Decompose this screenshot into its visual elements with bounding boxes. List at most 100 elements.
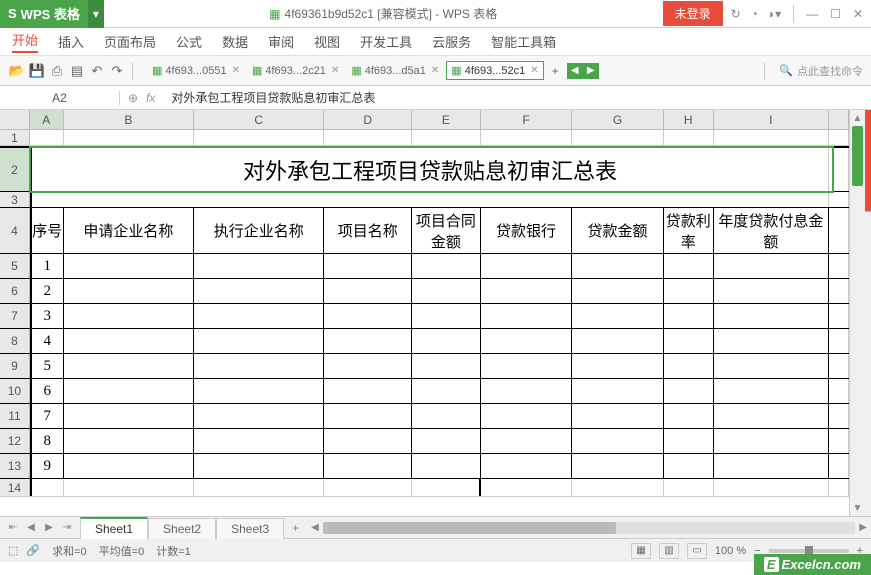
status-link-icon[interactable]: 🔗 xyxy=(26,544,40,557)
app-menu-dropdown[interactable]: ▾ xyxy=(88,0,104,28)
menu-cloud[interactable]: 云服务 xyxy=(432,32,471,51)
menu-insert[interactable]: 插入 xyxy=(58,32,84,51)
title-cell[interactable]: 对外承包工程项目贷款贴息初审汇总表 xyxy=(30,148,829,191)
login-button[interactable]: 未登录 xyxy=(663,1,723,26)
col-header-A[interactable]: A xyxy=(30,110,64,129)
zoom-slider[interactable] xyxy=(769,549,849,553)
doc-tab-1[interactable]: ▦4f693...2c21✕ xyxy=(247,61,344,80)
menu-start[interactable]: 开始 xyxy=(12,30,38,53)
row-header-3[interactable]: 3 xyxy=(0,192,30,207)
th-seq[interactable]: 序号 xyxy=(30,208,64,253)
menu-smart-tools[interactable]: 智能工具箱 xyxy=(491,32,556,51)
horizontal-scrollbar[interactable]: ◀ ▶ xyxy=(307,522,871,534)
name-box[interactable]: A2 xyxy=(0,91,120,105)
th-contract-amt[interactable]: 项目合同金额 xyxy=(412,208,481,253)
col-header-D[interactable]: D xyxy=(324,110,412,129)
sheet-first-icon[interactable]: ⇤ xyxy=(4,519,22,537)
doc-tab-0[interactable]: ▦4f693...0551✕ xyxy=(147,61,245,80)
scroll-down-icon[interactable]: ▼ xyxy=(850,500,865,516)
hscroll-thumb[interactable] xyxy=(323,522,616,534)
menu-review[interactable]: 审阅 xyxy=(268,32,294,51)
zoom-level[interactable]: 100 % xyxy=(715,545,746,557)
sheet-next-icon[interactable]: ▶ xyxy=(40,519,58,537)
command-search[interactable]: 🔍 点此查找命令 xyxy=(779,63,863,79)
row-2: 2 对外承包工程项目贷款贴息初审汇总表 xyxy=(0,146,849,192)
select-all-corner[interactable] xyxy=(0,110,30,129)
vertical-scrollbar[interactable]: ▲ ▼ xyxy=(849,110,865,516)
th-project[interactable]: 项目名称 xyxy=(324,208,412,253)
maximize-icon[interactable]: ☐ xyxy=(830,7,841,21)
vscroll-thumb[interactable] xyxy=(852,126,863,186)
fx-icon[interactable]: fx xyxy=(146,91,155,105)
menu-formula[interactable]: 公式 xyxy=(176,32,202,51)
row-header-1[interactable]: 1 xyxy=(0,130,30,145)
sheet-last-icon[interactable]: ⇥ xyxy=(58,519,76,537)
toolbar: 📂 💾 ⎙ ▤ ↶ ↷ ▦4f693...0551✕ ▦4f693...2c21… xyxy=(0,56,871,86)
col-header-E[interactable]: E xyxy=(412,110,481,129)
open-icon[interactable]: 📂 xyxy=(8,62,26,80)
tab-close-icon[interactable]: ✕ xyxy=(232,65,240,76)
sync-icon[interactable]: ↻ xyxy=(731,7,741,21)
col-header-C[interactable]: C xyxy=(194,110,324,129)
th-rate[interactable]: 贷款利率 xyxy=(664,208,714,253)
sheet-tab-nav: ⇤ ◀ ▶ ⇥ xyxy=(0,519,80,537)
hscroll-right-icon[interactable]: ▶ xyxy=(859,522,867,533)
view-page-icon[interactable]: ▥ xyxy=(659,543,679,559)
sheet-prev-icon[interactable]: ◀ xyxy=(22,519,40,537)
tab-next-icon[interactable]: ▶ xyxy=(583,63,599,79)
tab-prev-icon[interactable]: ◀ xyxy=(567,63,583,79)
row-header-4[interactable]: 4 xyxy=(0,208,30,253)
doc-tab-2[interactable]: ▦4f693...d5a1✕ xyxy=(346,61,444,80)
app-badge[interactable]: S WPS 表格 xyxy=(0,0,88,28)
doc-tab-3[interactable]: ▦4f693...52c1✕ xyxy=(446,61,543,80)
cloud-icon[interactable]: ◔ xyxy=(751,7,758,21)
scroll-up-icon[interactable]: ▲ xyxy=(850,110,865,126)
hscroll-track[interactable] xyxy=(323,522,855,534)
redo-icon[interactable]: ↷ xyxy=(108,62,126,80)
col-header-G[interactable]: G xyxy=(572,110,664,129)
sheet-tab-1[interactable]: Sheet1 xyxy=(80,517,148,539)
th-apply-co[interactable]: 申请企业名称 xyxy=(64,208,194,253)
spreadsheet-area: A B C D E F G H I 1 2 对外承包工程项目贷款贴息初审汇总表 … xyxy=(0,110,871,516)
th-bank[interactable]: 贷款银行 xyxy=(481,208,573,253)
tab-close-icon[interactable]: ✕ xyxy=(431,65,439,76)
tab-close-icon[interactable]: ✕ xyxy=(331,65,339,76)
sheet-tab-2[interactable]: Sheet2 xyxy=(148,518,216,539)
tab-nav: ◀ ▶ xyxy=(567,63,599,79)
menu-page-layout[interactable]: 页面布局 xyxy=(104,32,156,51)
status-mode-icon[interactable]: ⬚ xyxy=(8,544,18,557)
sheet-grid[interactable]: A B C D E F G H I 1 2 对外承包工程项目贷款贴息初审汇总表 … xyxy=(0,110,849,516)
tab-close-icon[interactable]: ✕ xyxy=(530,65,538,76)
view-break-icon[interactable]: ▭ xyxy=(687,543,707,559)
print-preview-icon[interactable]: ▤ xyxy=(68,62,86,80)
close-icon[interactable]: ✕ xyxy=(853,7,863,21)
col-header-I[interactable]: I xyxy=(714,110,829,129)
menu-view[interactable]: 视图 xyxy=(314,32,340,51)
col-header-more[interactable] xyxy=(829,110,849,129)
save-icon[interactable]: 💾 xyxy=(28,62,46,80)
doc-icon: ▦ xyxy=(269,7,280,21)
col-header-H[interactable]: H xyxy=(664,110,714,129)
tab-add-icon[interactable]: + xyxy=(546,64,565,78)
th-loan-amt[interactable]: 贷款金额 xyxy=(572,208,664,253)
th-interest[interactable]: 年度贷款付息金额 xyxy=(714,208,829,253)
menu-data[interactable]: 数据 xyxy=(222,32,248,51)
sheet-tab-3[interactable]: Sheet3 xyxy=(216,518,284,539)
minimize-icon[interactable]: — xyxy=(806,7,818,21)
undo-icon[interactable]: ↶ xyxy=(88,62,106,80)
menu-devtools[interactable]: 开发工具 xyxy=(360,32,412,51)
sheet-add-icon[interactable]: + xyxy=(284,521,307,535)
view-normal-icon[interactable]: ▦ xyxy=(631,543,651,559)
formula-input[interactable]: 对外承包工程项目贷款贴息初审汇总表 xyxy=(163,89,871,106)
print-icon[interactable]: ⎙ xyxy=(48,62,66,80)
hscroll-left-icon[interactable]: ◀ xyxy=(311,522,319,533)
search-icon: 🔍 xyxy=(779,64,793,77)
th-exec-co[interactable]: 执行企业名称 xyxy=(194,208,324,253)
spreadsheet-icon: ▦ xyxy=(252,64,262,77)
formula-help-icon[interactable]: ⊕ xyxy=(128,91,138,105)
row-header-2[interactable]: 2 xyxy=(0,148,30,191)
skin-icon[interactable]: ◗▾ xyxy=(768,7,781,21)
vscroll-track[interactable] xyxy=(850,126,865,500)
col-header-B[interactable]: B xyxy=(64,110,194,129)
col-header-F[interactable]: F xyxy=(481,110,573,129)
